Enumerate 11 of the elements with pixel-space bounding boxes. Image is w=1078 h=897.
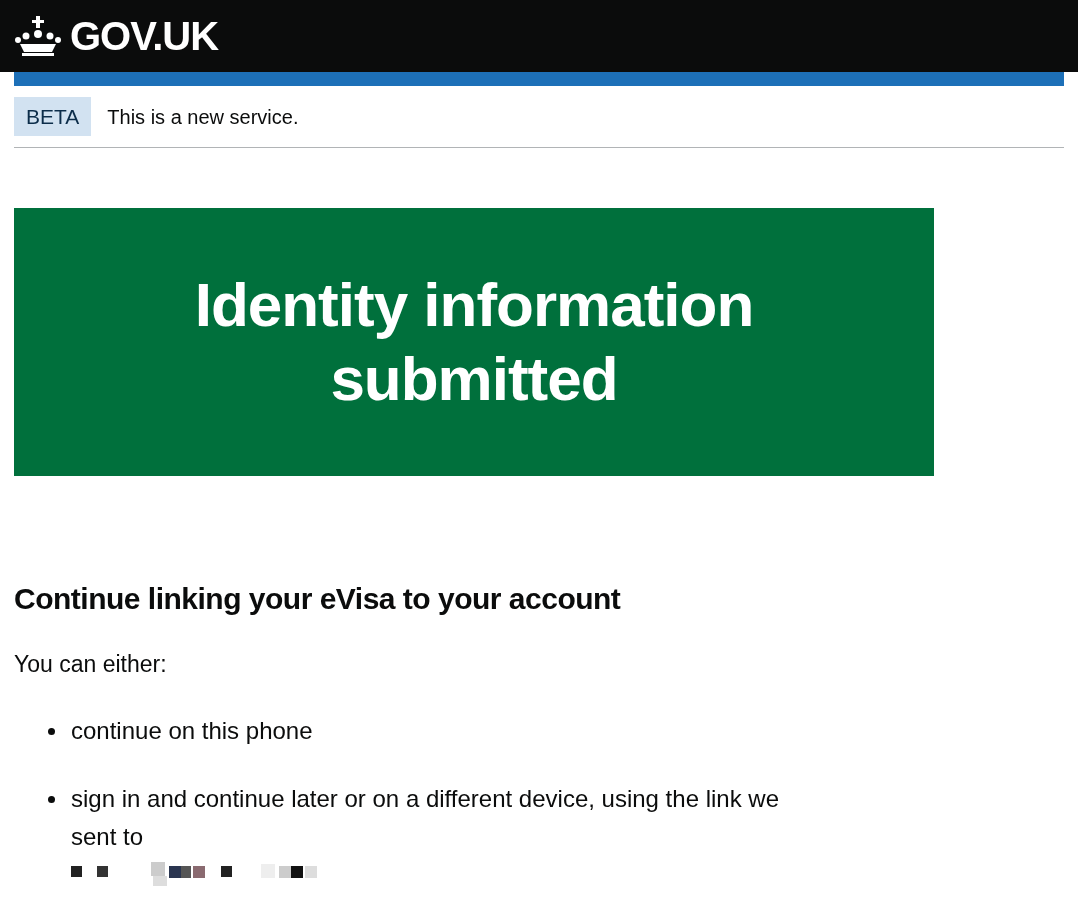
option-text: sign in and continue later or on a different device, using the link we sent to [71,784,779,850]
intro-text: You can either: [14,650,168,679]
panel-title: Identity information submitted [193,269,755,415]
bullet-icon [48,795,55,803]
bullet-icon [48,727,55,735]
phase-banner-text: This is a new service. [107,104,299,130]
crown-icon [14,16,62,56]
option-text: continue on this phone [71,716,313,744]
phase-tag: BETA [14,96,92,137]
logo-text[interactable]: GOV.UK [70,6,219,66]
heading: Continue linking your eVisa to your account [14,581,622,617]
